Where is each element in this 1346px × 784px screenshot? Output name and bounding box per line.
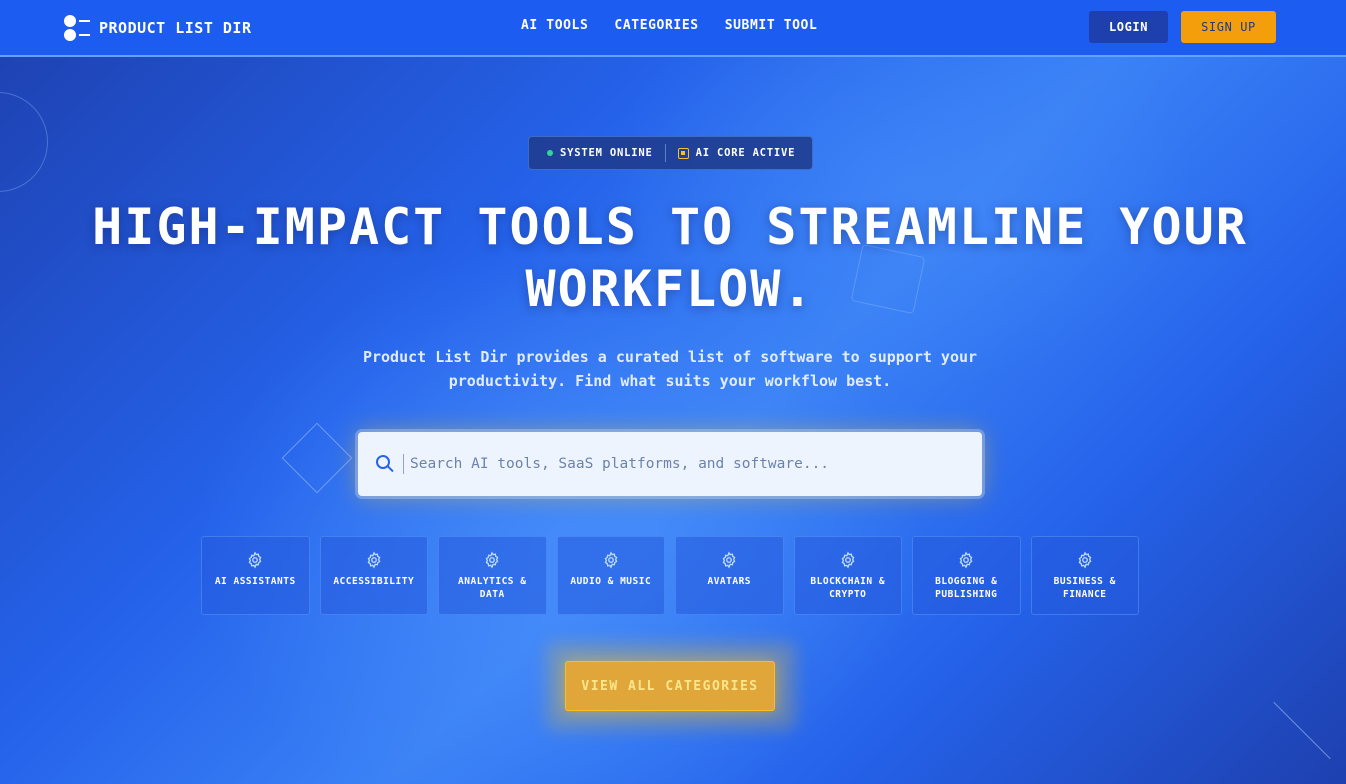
search-input[interactable] [410,444,982,484]
search-bar[interactable] [358,432,982,496]
hero-headline-line1: HIGH-IMPACT TOOLS TO STREAMLINE YOUR [92,198,1248,256]
category-label: AUDIO & MUSIC [570,576,652,587]
category-label: ANALYTICS & DATA [458,576,527,600]
gear-icon [1076,551,1094,569]
gear-icon [957,551,975,569]
gear-icon [246,551,264,569]
signup-button[interactable]: SIGN UP [1181,11,1276,43]
nav-link-submit-tool[interactable]: SUBMIT TOOL [725,18,818,33]
category-tile-avatars[interactable]: AVATARS [675,536,784,615]
gear-icon [839,551,857,569]
category-tile-analytics-data[interactable]: ANALYTICS & DATA [438,536,547,615]
nav-link-ai-tools[interactable]: AI TOOLS [521,18,588,33]
gear-icon [365,551,383,569]
brand-name: PRODUCT LIST DIR [99,19,252,37]
nav-link-categories[interactable]: CATEGORIES [614,18,698,33]
category-label: BLOGGING & PUBLISHING [935,576,998,600]
gear-icon [483,551,501,569]
hero-headline: HIGH-IMPACT TOOLS TO STREAMLINE YOUR WOR… [90,196,1250,320]
hero-subtitle: Product List Dir provides a curated list… [345,345,995,393]
hero-subtitle-line1: Product List Dir provides a curated list… [362,348,978,366]
login-button[interactable]: LOGIN [1089,11,1168,43]
nav-links: AI TOOLS CATEGORIES SUBMIT TOOL [521,18,817,33]
gear-icon [720,551,738,569]
category-label: BUSINESS & FINANCE [1053,576,1116,600]
category-label: AVATARS [707,576,752,587]
gear-icon [602,551,620,569]
cpu-chip-icon [677,147,689,159]
top-nav: PRODUCT LIST DIR AI TOOLS CATEGORIES SUB… [0,0,1346,57]
category-label: AI ASSISTANTS [214,576,296,587]
text-cursor [403,454,404,474]
status-online-dot-icon [547,150,553,156]
category-tile-blockchain-crypto[interactable]: BLOCKCHAIN & CRYPTO [793,536,902,615]
system-status-text: SYSTEM ONLINE [560,147,653,159]
category-tile-business-finance[interactable]: BUSINESS & FINANCE [1030,536,1139,615]
search-icon [376,455,394,473]
hero-headline-line2: WORKFLOW. [525,260,815,318]
category-tile-ai-assistants[interactable]: AI ASSISTANTS [201,536,310,615]
hero-subtitle-line2: productivity. Find what suits your workf… [448,372,892,390]
status-pill: SYSTEM ONLINE AI CORE ACTIVE [528,136,813,170]
category-label: ACCESSIBILITY [333,576,415,587]
view-all-categories-button[interactable]: VIEW ALL CATEGORIES [565,661,775,711]
category-tiles: AI ASSISTANTS ACCESSIBILITY ANALYTICS & D… [201,536,1139,615]
category-tile-blogging-publishing[interactable]: BLOGGING & PUBLISHING [912,536,1021,615]
brand-logo[interactable]: PRODUCT LIST DIR [64,14,252,42]
logo-icon [64,14,92,42]
category-tile-audio-music[interactable]: AUDIO & MUSIC [556,536,665,615]
ai-core-status-text: AI CORE ACTIVE [695,147,796,159]
category-tile-accessibility[interactable]: ACCESSIBILITY [319,536,428,615]
category-label: BLOCKCHAIN & CRYPTO [810,576,886,600]
status-divider [664,144,666,162]
